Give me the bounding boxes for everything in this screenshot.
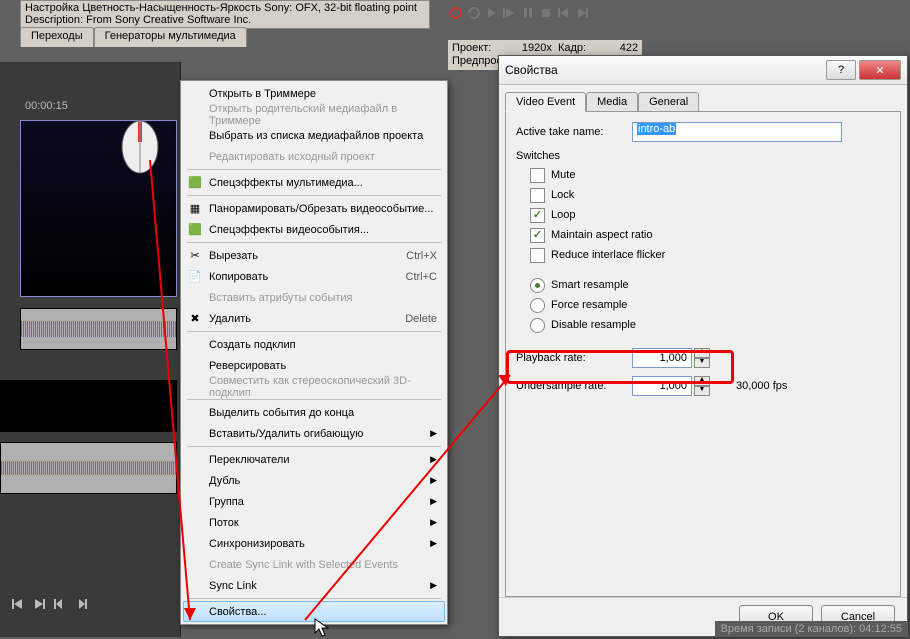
transport-bar <box>448 5 590 21</box>
reduce-flicker-checkbox[interactable] <box>530 248 545 263</box>
lock-checkbox[interactable] <box>530 188 545 203</box>
ctx-envelope[interactable]: Вставить/Удалить огибающую▶ <box>183 423 445 444</box>
delete-icon: ✖ <box>187 311 203 327</box>
ctx-stream[interactable]: Поток▶ <box>183 512 445 533</box>
dialog-titlebar[interactable]: Свойства ? ✕ <box>499 56 907 85</box>
playback-spinner[interactable]: ▲▼ <box>694 348 710 368</box>
force-resample-radio[interactable] <box>530 298 545 313</box>
disable-label: Disable resample <box>551 319 636 331</box>
maintain-label: Maintain aspect ratio <box>551 229 653 241</box>
ctx-stereo3d: Совместить как стереоскопический 3D-подк… <box>183 376 445 397</box>
next-frame-icon[interactable] <box>73 596 89 612</box>
timecode: 00:00:15 <box>25 100 68 112</box>
ctx-open-parent: Открыть родительский медиафайл в Триммер… <box>183 104 445 125</box>
ctx-copy[interactable]: 📄КопироватьCtrl+C <box>183 266 445 287</box>
help-button[interactable]: ? <box>826 60 856 80</box>
properties-dialog: Свойства ? ✕ Video Event Media General A… <box>498 55 908 637</box>
fx-icon: 🟩 <box>187 222 203 238</box>
active-take-input[interactable]: intro-ab <box>632 122 842 142</box>
dialog-title: Свойства <box>505 63 826 77</box>
tab-video-event[interactable]: Video Event <box>505 92 586 112</box>
ctx-select-files[interactable]: Выбрать из списка медиафайлов проекта <box>183 125 445 146</box>
ctx-sync[interactable]: Синхронизировать▶ <box>183 533 445 554</box>
ctx-open-trimmer[interactable]: Открыть в Триммере <box>183 83 445 104</box>
lock-label: Lock <box>551 189 574 201</box>
ctx-media-fx[interactable]: 🟩Спецэффекты мультимедиа... <box>183 172 445 193</box>
ctx-reverse[interactable]: Реверсировать <box>183 355 445 376</box>
ctx-delete[interactable]: ✖УдалитьDelete <box>183 308 445 329</box>
video-clip[interactable] <box>20 120 177 297</box>
undersample-rate-input[interactable] <box>632 376 692 396</box>
maintain-aspect-checkbox[interactable] <box>530 228 545 243</box>
audio-clip-1[interactable] <box>20 308 177 350</box>
playback-rate-label: Playback rate: <box>516 352 626 364</box>
go-start-icon[interactable] <box>10 596 26 612</box>
ctx-subclip[interactable]: Создать подклип <box>183 334 445 355</box>
ctx-edit-source: Редактировать исходный проект <box>183 146 445 167</box>
ctx-switches[interactable]: Переключатели▶ <box>183 449 445 470</box>
playback-rate-input[interactable] <box>632 348 692 368</box>
ctx-create-sync: Create Sync Link with Selected Events <box>183 554 445 575</box>
ctx-properties[interactable]: Свойства... <box>183 601 445 622</box>
fx-icon: 🟩 <box>187 175 203 191</box>
stop-icon[interactable] <box>538 5 554 21</box>
prev-frame-icon[interactable] <box>52 596 68 612</box>
tab-transitions[interactable]: Переходы <box>20 27 94 47</box>
cut-icon: ✂ <box>187 248 203 264</box>
ctx-paste-attrs: Вставить атрибуты события <box>183 287 445 308</box>
reduce-label: Reduce interlace flicker <box>551 249 665 261</box>
ctx-take[interactable]: Дубль▶ <box>183 470 445 491</box>
undersample-spinner[interactable]: ▲▼ <box>694 376 710 396</box>
close-button[interactable]: ✕ <box>859 60 901 80</box>
loop-label: Loop <box>551 209 575 221</box>
undersample-rate-label: Undersample rate: <box>516 380 626 392</box>
record-icon[interactable] <box>448 5 464 21</box>
go-end-icon[interactable] <box>31 596 47 612</box>
switches-label: Switches <box>516 150 890 162</box>
mute-checkbox[interactable] <box>530 168 545 183</box>
tab-media[interactable]: Media <box>586 92 638 112</box>
force-label: Force resample <box>551 299 627 311</box>
status-bar: Время записи (2 каналов): 04:12:55 <box>715 621 908 637</box>
plugin-info: Настройка Цветность-Насыщенность-Яркость… <box>20 0 430 29</box>
crop-icon: ▦ <box>187 201 203 217</box>
disable-resample-radio[interactable] <box>530 318 545 333</box>
ctx-pan-crop[interactable]: ▦Панорамировать/Обрезать видеособытие... <box>183 198 445 219</box>
play-start-icon[interactable] <box>502 5 518 21</box>
ctx-cut[interactable]: ✂ВырезатьCtrl+X <box>183 245 445 266</box>
mute-label: Mute <box>551 169 575 181</box>
ctx-select-end[interactable]: Выделить события до конца <box>183 402 445 423</box>
transport-bottom <box>10 596 89 612</box>
smart-resample-radio[interactable] <box>530 278 545 293</box>
pause-icon[interactable] <box>520 5 536 21</box>
loop-checkbox[interactable] <box>530 208 545 223</box>
ctx-sync-link[interactable]: Sync Link▶ <box>183 575 445 596</box>
audio-clip-2[interactable] <box>0 442 177 494</box>
play-icon[interactable] <box>484 5 500 21</box>
ctx-group[interactable]: Группа▶ <box>183 491 445 512</box>
tab-media-generators[interactable]: Генераторы мультимедиа <box>94 27 247 47</box>
smart-label: Smart resample <box>551 279 629 291</box>
loop-icon[interactable] <box>466 5 482 21</box>
video-clip-2[interactable] <box>0 380 177 432</box>
tab-general[interactable]: General <box>638 92 699 112</box>
fps-label: 30,000 fps <box>736 380 787 392</box>
context-menu: Открыть в Триммере Открыть родительский … <box>180 80 448 625</box>
go-start-icon[interactable] <box>556 5 572 21</box>
copy-icon: 📄 <box>187 269 203 285</box>
ctx-video-fx[interactable]: 🟩Спецэффекты видеособытия... <box>183 219 445 240</box>
active-take-label: Active take name: <box>516 126 626 138</box>
go-end-icon[interactable] <box>574 5 590 21</box>
